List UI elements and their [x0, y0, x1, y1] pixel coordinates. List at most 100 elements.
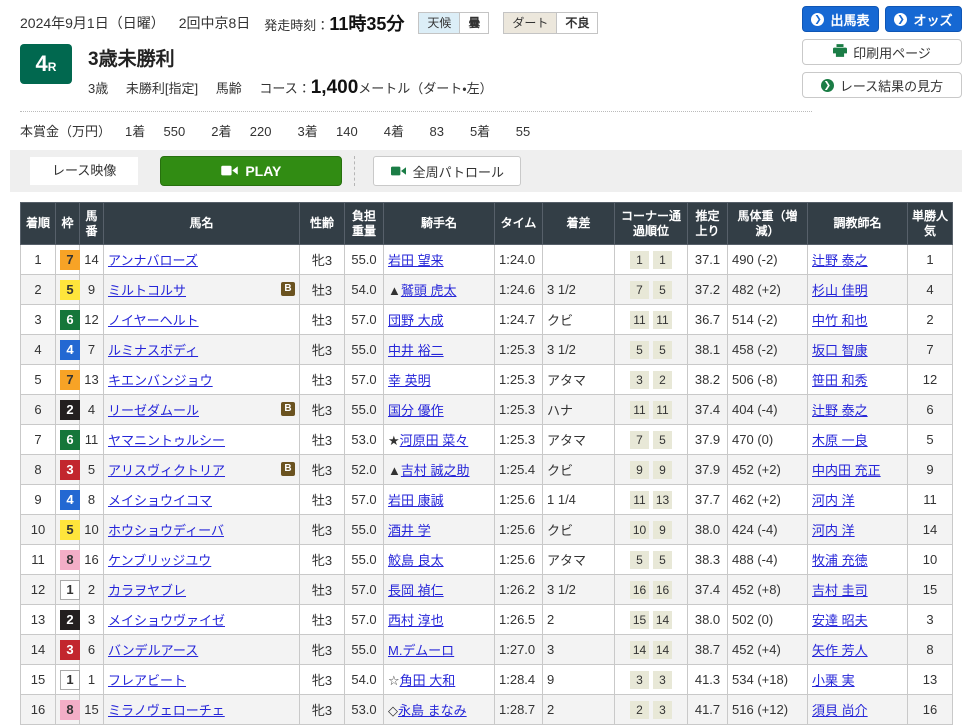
jockey-name-link[interactable]: 長岡 禎仁 [388, 583, 444, 598]
entries-button[interactable]: ❯ 出馬表 [802, 6, 879, 32]
bracket-number-badge: 2 [60, 400, 80, 420]
odds-button[interactable]: ❯ オッズ [885, 6, 962, 32]
jockey-name-link[interactable]: 幸 英明 [388, 373, 431, 388]
trainer-name-link[interactable]: 小栗 実 [812, 673, 855, 688]
jockey-name-link[interactable]: 岩田 康誠 [388, 493, 444, 508]
jockey-name-link[interactable]: 鷲頭 虎太 [401, 283, 457, 298]
horse-number: 3 [80, 605, 104, 635]
horse-name-link[interactable]: フレアビート [108, 673, 186, 688]
trainer-name-link[interactable]: 辻野 泰之 [812, 403, 868, 418]
jockey-name-link[interactable]: 中井 裕二 [388, 343, 444, 358]
carried-weight: 54.0 [345, 275, 384, 305]
start-time-value: 11時35分 [329, 14, 404, 34]
patrol-video-button[interactable]: 全周パトロール [373, 156, 521, 186]
horse-name-link[interactable]: バンデルアース [108, 643, 198, 658]
patrol-button-label: 全周パトロール [413, 162, 504, 181]
horse-weight-diff: (0) [757, 432, 773, 447]
margin: アタマ [543, 365, 615, 395]
trainer-name-link[interactable]: 木原 一良 [812, 433, 868, 448]
print-page-button[interactable]: 印刷用ページ [802, 39, 962, 65]
horse-weight-diff: (+2) [757, 282, 780, 297]
horse-name-link[interactable]: キエンバンジョウ [108, 373, 213, 388]
result-row: 9 4 8 メイショウイコマ B 牡3 57.0 岩田 康誠 1:25.6 1 … [21, 485, 953, 515]
trainer-name-link[interactable]: 坂口 智康 [812, 343, 868, 358]
finish-time: 1:25.4 [495, 455, 543, 485]
sex-age: 牡3 [300, 485, 345, 515]
sex-age: 牡3 [300, 305, 345, 335]
corner-position-2: 5 [653, 341, 672, 359]
race-number: 4 [36, 51, 48, 77]
result-row: 11 8 16 ケンブリッジユウ B 牝3 55.0 鮫島 良太 1:25.6 … [21, 545, 953, 575]
col-header-horse-name: 馬名 [104, 203, 300, 245]
horse-name-link[interactable]: ホウショウディーバ [108, 523, 224, 538]
horse-name-link[interactable]: カラヲヤブレ [108, 583, 186, 598]
finish-position: 3 [21, 305, 56, 335]
horse-name-link[interactable]: ルミナスボディ [108, 343, 198, 358]
race-header: 4R 3歳未勝利 3歳 未勝利[指定] 馬齢 コース：1,400メートル（ダート… [20, 44, 812, 112]
carried-weight: 55.0 [345, 335, 384, 365]
margin: クビ [543, 305, 615, 335]
win-popularity: 8 [908, 635, 953, 665]
play-video-button[interactable]: PLAY [160, 156, 342, 186]
course-distance: 1,400 [311, 77, 359, 98]
horse-name-link[interactable]: メイショウイコマ [108, 493, 212, 508]
trainer-name-link[interactable]: 河内 洋 [812, 493, 855, 508]
jockey-name-link[interactable]: 西村 淳也 [388, 613, 444, 628]
horse-weight: 490 [732, 252, 754, 267]
horse-name-link[interactable]: メイショウヴァイゼ [108, 613, 225, 628]
blinker-badge: B [281, 462, 295, 476]
jockey-name-link[interactable]: 酒井 学 [388, 523, 431, 538]
horse-name-link[interactable]: アンナバローズ [108, 253, 198, 268]
carried-weight: 55.0 [345, 545, 384, 575]
horse-name-link[interactable]: ケンブリッジユウ [108, 553, 211, 568]
bracket-number-badge: 6 [60, 430, 80, 450]
trainer-name-link[interactable]: 吉村 圭司 [812, 583, 868, 598]
trainer-name-link[interactable]: 河内 洋 [812, 523, 855, 538]
trainer-name-link[interactable]: 矢作 芳人 [812, 643, 868, 658]
horse-name-link[interactable]: ヤマニントゥルシー [108, 433, 225, 448]
col-header-sex-age: 性齢 [300, 203, 345, 245]
trainer-name-link[interactable]: 牧浦 充徳 [812, 553, 868, 568]
horse-name-link[interactable]: ミルトコルサ [108, 283, 186, 298]
trainer-name-link[interactable]: 辻野 泰之 [812, 253, 868, 268]
jockey-name-link[interactable]: 岩田 望来 [388, 253, 444, 268]
corner-position-1: 7 [630, 431, 649, 449]
carried-weight: 52.0 [345, 455, 384, 485]
apprentice-mark: ★ [388, 433, 400, 448]
jockey-name-link[interactable]: 吉村 誠之助 [401, 463, 470, 478]
jockey-name-link[interactable]: M.デムーロ [388, 643, 454, 658]
jockey-name-link[interactable]: 角田 大和 [400, 673, 456, 688]
finish-position: 1 [21, 245, 56, 275]
horse-weight: 514 [732, 312, 754, 327]
corner-position-1: 16 [630, 581, 649, 599]
estimated-last-3f: 38.3 [688, 545, 728, 575]
horse-number: 13 [80, 365, 104, 395]
finish-time: 1:25.6 [495, 545, 543, 575]
trainer-name-link[interactable]: 笹田 和秀 [812, 373, 868, 388]
finish-position: 5 [21, 365, 56, 395]
result-row: 10 5 10 ホウショウディーバ B 牝3 55.0 酒井 学 1:25.6 … [21, 515, 953, 545]
jockey-name-link[interactable]: 団野 大成 [388, 313, 444, 328]
sex-age: 牡3 [300, 575, 345, 605]
corner-position-1: 11 [630, 311, 649, 329]
corner-position-1: 9 [630, 461, 649, 479]
jockey-name-link[interactable]: 鮫島 良太 [388, 553, 444, 568]
sex-age: 牡3 [300, 275, 345, 305]
trainer-name-link[interactable]: 中内田 充正 [812, 463, 881, 478]
trainer-name-link[interactable]: 安達 昭夫 [812, 613, 868, 628]
win-popularity: 1 [908, 245, 953, 275]
race-title: 3歳未勝利 [88, 44, 493, 71]
horse-name-link[interactable]: リーゼダムール [108, 403, 199, 418]
trainer-name-link[interactable]: 杉山 佳明 [812, 283, 868, 298]
sex-age: 牡3 [300, 365, 345, 395]
finish-position: 7 [21, 425, 56, 455]
margin: 3 1/2 [543, 335, 615, 365]
horse-name-link[interactable]: ノイヤーヘルト [108, 313, 199, 328]
jockey-name-link[interactable]: 河原田 菜々 [400, 433, 469, 448]
trainer-name-link[interactable]: 中竹 和也 [812, 313, 868, 328]
jockey-name-link[interactable]: 国分 優作 [388, 403, 444, 418]
finish-position: 2 [21, 275, 56, 305]
horse-name-link[interactable]: アリスヴィクトリア [108, 463, 225, 478]
horse-weight-diff: (+12) [757, 702, 788, 717]
result-guide-button[interactable]: ❯ レース結果の見方 [802, 72, 962, 98]
